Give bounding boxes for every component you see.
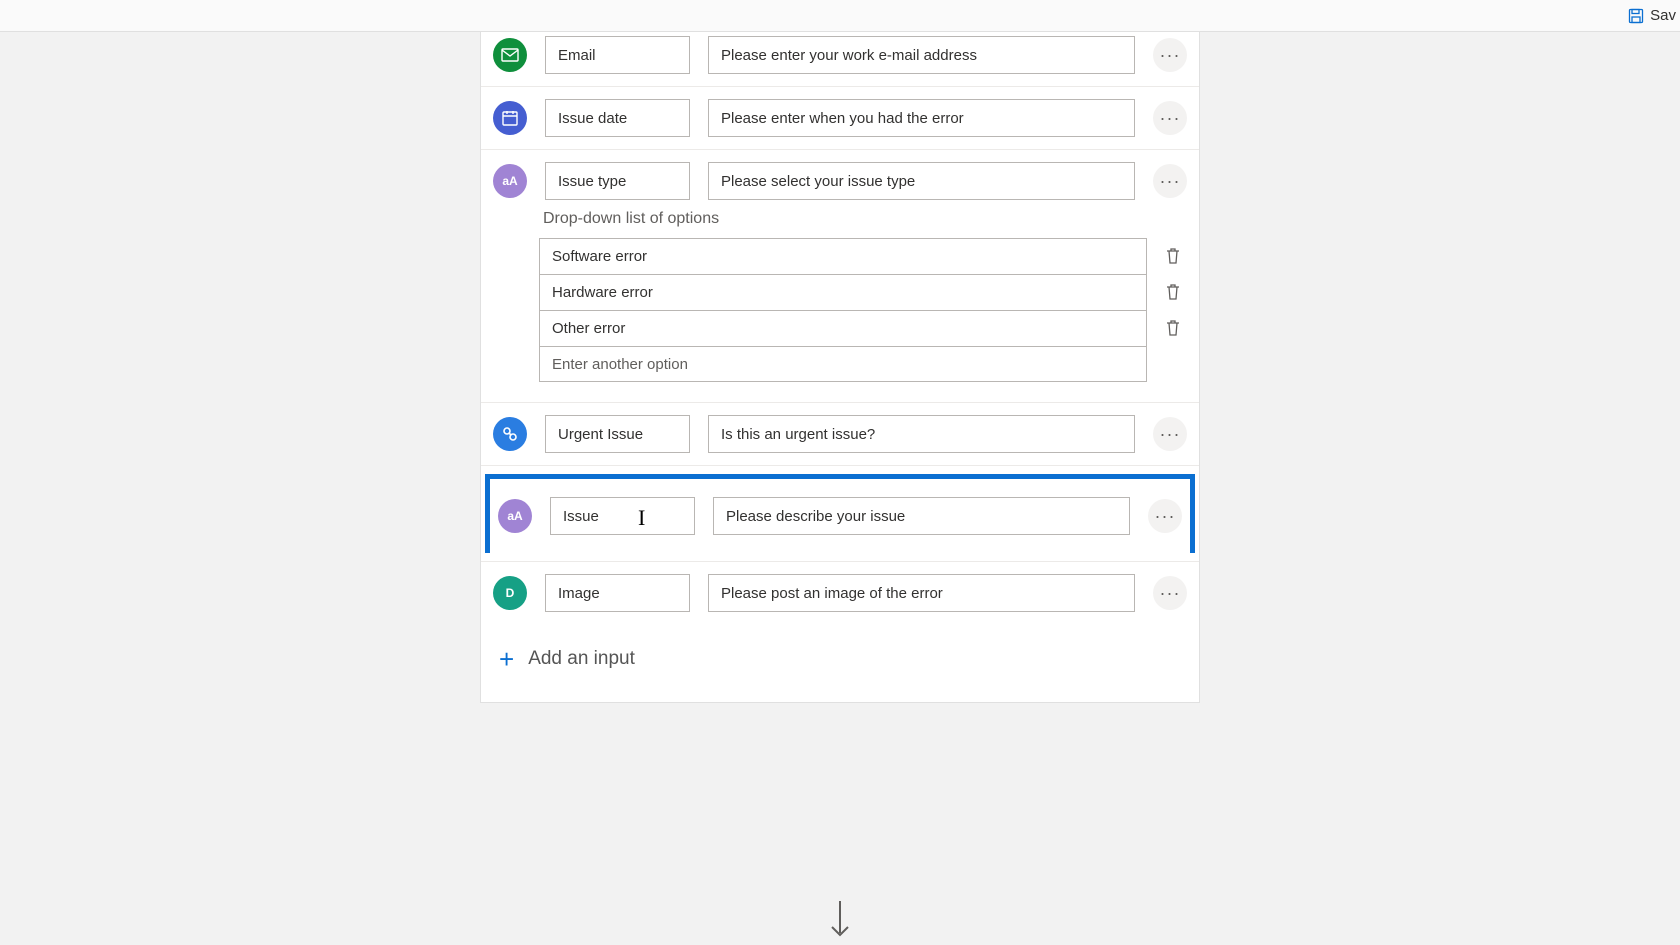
input-row-type[interactable]: aA ··· (481, 150, 1199, 204)
dropdown-options-label: Drop-down list of options (543, 210, 1187, 228)
dropdown-option-input[interactable] (539, 274, 1147, 310)
input-name-image[interactable] (545, 574, 690, 612)
dropdown-option-input[interactable] (539, 310, 1147, 346)
dropdown-add-option-input[interactable] (539, 346, 1147, 382)
designer-canvas: ··· ··· aA ··· Drop-down list of options (0, 32, 1680, 945)
input-name-date[interactable] (545, 99, 690, 137)
input-name-urgent[interactable] (545, 415, 690, 453)
dropdown-option-row (539, 310, 1187, 346)
delete-option-button[interactable] (1159, 278, 1187, 306)
email-icon (493, 38, 527, 72)
input-prompt-urgent[interactable] (708, 415, 1135, 453)
more-menu-urgent[interactable]: ··· (1153, 417, 1187, 451)
date-icon (493, 101, 527, 135)
save-button[interactable]: Sav (1624, 3, 1680, 28)
trigger-inputs-card: ··· ··· aA ··· Drop-down list of options (480, 32, 1200, 703)
input-row-email[interactable]: ··· (481, 32, 1199, 87)
more-menu-type[interactable]: ··· (1153, 164, 1187, 198)
input-row-image[interactable]: D ··· (481, 561, 1199, 624)
dropdown-option-row (539, 346, 1187, 382)
input-name-description[interactable] (550, 497, 695, 535)
save-label: Sav (1650, 7, 1676, 24)
more-menu-description[interactable]: ··· (1148, 499, 1182, 533)
save-icon (1628, 8, 1644, 24)
more-menu-date[interactable]: ··· (1153, 101, 1187, 135)
plus-icon: + (499, 646, 514, 672)
top-toolbar: Sav (0, 0, 1680, 32)
more-menu-image[interactable]: ··· (1153, 576, 1187, 610)
add-input-button[interactable]: + Add an input (481, 624, 1199, 678)
text-icon: aA (498, 499, 532, 533)
input-row-date[interactable]: ··· (481, 87, 1199, 150)
delete-option-button[interactable] (1159, 242, 1187, 270)
file-icon: D (493, 576, 527, 610)
input-prompt-description[interactable] (713, 497, 1130, 535)
text-icon: aA (493, 164, 527, 198)
add-input-label: Add an input (528, 648, 635, 670)
dropdown-options-block: Drop-down list of options (481, 204, 1199, 403)
input-row-description-highlighted[interactable]: aA I ··· (485, 474, 1195, 553)
input-row-urgent[interactable]: ··· (481, 403, 1199, 466)
dropdown-option-list (539, 238, 1187, 382)
more-menu-email[interactable]: ··· (1153, 38, 1187, 72)
input-prompt-type[interactable] (708, 162, 1135, 200)
input-name-email[interactable] (545, 36, 690, 74)
flow-arrow-down-icon (826, 901, 854, 945)
input-name-type[interactable] (545, 162, 690, 200)
delete-option-button[interactable] (1159, 314, 1187, 342)
input-prompt-email[interactable] (708, 36, 1135, 74)
dropdown-option-input[interactable] (539, 238, 1147, 274)
input-prompt-image[interactable] (708, 574, 1135, 612)
input-prompt-date[interactable] (708, 99, 1135, 137)
dropdown-option-row (539, 274, 1187, 310)
dropdown-option-row (539, 238, 1187, 274)
yesno-icon (493, 417, 527, 451)
